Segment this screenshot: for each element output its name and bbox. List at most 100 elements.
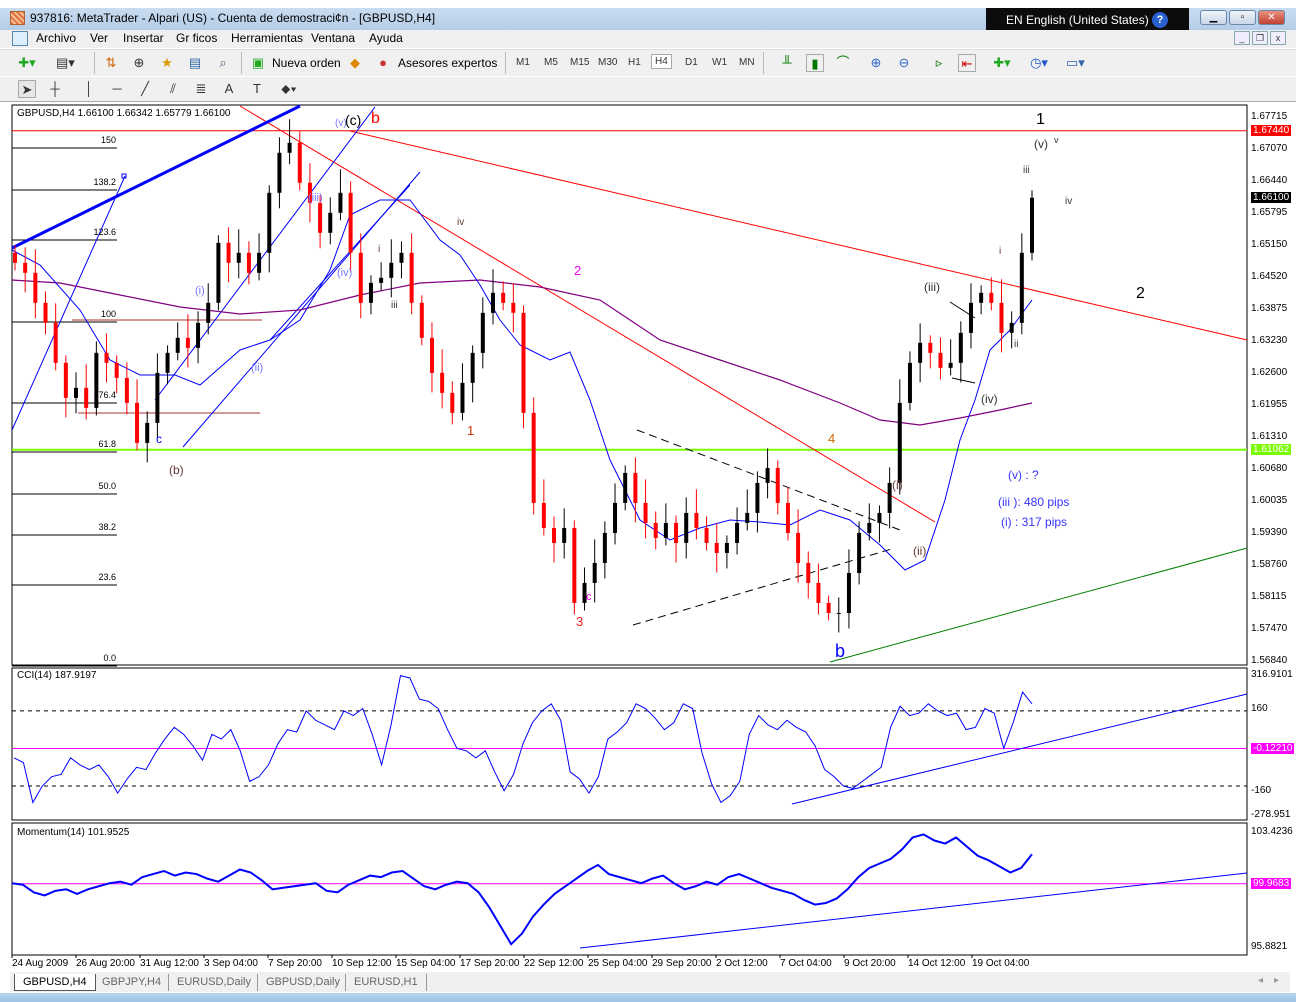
expert-advisors-button[interactable]: Asesores expertos <box>398 56 497 70</box>
tab-gbpusd-daily[interactable]: GBPUSD,Daily <box>257 974 348 991</box>
price-tick: 1.59390 <box>1251 527 1288 539</box>
text-icon[interactable]: A <box>220 80 238 98</box>
mdi-close-button[interactable]: x <box>1270 31 1286 45</box>
timeframe-w1[interactable]: W1 <box>712 57 727 68</box>
indicators-icon[interactable]: ✚▾ <box>993 54 1011 72</box>
favorites-folder-icon[interactable]: ★ <box>158 54 176 72</box>
line-chart-icon[interactable]: ⌒ <box>834 54 852 72</box>
wave-label: (iv) <box>337 267 353 279</box>
metatrader-app-icon <box>10 11 25 25</box>
momentum-trendline <box>579 872 1248 949</box>
chart-canvas[interactable] <box>10 103 1290 973</box>
cursor-arrow-icon[interactable]: ➤ <box>18 80 36 98</box>
candle-body <box>755 482 760 513</box>
periods-clock-icon[interactable]: ◷▾ <box>1030 54 1048 72</box>
menu-insertar[interactable]: Insertar <box>123 31 164 45</box>
timeframe-m1[interactable]: M1 <box>516 57 530 68</box>
alert-icon[interactable]: ◆ <box>346 54 364 72</box>
momentum-current-tick: 99.9683 <box>1251 878 1292 889</box>
equidistant-channel-icon[interactable]: ⫽ <box>164 80 182 98</box>
wave-label: b <box>835 641 846 661</box>
candle-body <box>775 467 780 503</box>
help-icon[interactable]: ? <box>1152 12 1168 28</box>
timeframe-m5[interactable]: M5 <box>544 57 558 68</box>
expert-advisors-icon[interactable]: ● <box>374 54 392 72</box>
market-watch-icon[interactable]: ⇅ <box>102 54 120 72</box>
vertical-line-icon[interactable]: │ <box>80 80 98 98</box>
zoom-in-icon[interactable]: ⊕ <box>867 54 885 72</box>
wave-label: i <box>999 246 1002 257</box>
timeframe-mn[interactable]: MN <box>739 57 755 68</box>
fib-level-label: 138.2 <box>93 177 116 187</box>
wedge-line <box>951 377 976 384</box>
momentum-min-tick: 95.8821 <box>1251 941 1288 952</box>
trendline-icon[interactable]: ╱ <box>136 80 154 98</box>
chart-window-icon <box>12 31 28 46</box>
menu-ventana[interactable]: Ventana <box>311 31 355 45</box>
wave-label: (c) <box>345 112 362 128</box>
crosshair-icon[interactable]: ┼ <box>46 80 64 98</box>
price-tick: 1.67070 <box>1251 143 1288 155</box>
price-tick: 1.64520 <box>1251 270 1288 282</box>
tab-gbpusd-h4[interactable]: GBPUSD,H4 <box>14 974 96 991</box>
tab-gbpjpy-h4[interactable]: GBPJPY,H4 <box>94 974 169 991</box>
tab-eurusd-h1[interactable]: EURUSD,H1 <box>345 974 427 991</box>
menu-herramientas[interactable]: Herramientas <box>231 31 303 45</box>
cci-current-tick: -0.12210 <box>1251 743 1295 754</box>
time-tick: 25 Sep 04:00 <box>588 958 648 969</box>
tabs-scroll-left-icon[interactable]: ◂ <box>1258 975 1263 986</box>
maximize-window-button[interactable]: ▫ <box>1229 10 1256 25</box>
zoom-out-icon[interactable]: ⊖ <box>895 54 913 72</box>
price-tick: 1.61955 <box>1251 399 1288 411</box>
timeframe-d1[interactable]: D1 <box>685 57 698 68</box>
menu-ayuda[interactable]: Ayuda <box>369 31 403 45</box>
autoscroll-icon[interactable]: ▹ <box>930 54 948 72</box>
text-label-icon[interactable]: T <box>248 80 266 98</box>
candle-body <box>633 472 638 503</box>
strategy-tester-icon[interactable]: ⌕ <box>214 54 232 72</box>
menu-archivo[interactable]: Archivo <box>36 31 76 45</box>
crosshair-navigator-icon[interactable]: ⊕ <box>130 54 148 72</box>
terminal-icon[interactable]: ▤ <box>186 54 204 72</box>
minimize-window-button[interactable]: ▁ <box>1200 10 1227 25</box>
timeframe-h1[interactable]: H1 <box>628 57 641 68</box>
wave-label: (ii) <box>913 544 927 558</box>
candle-body <box>785 502 790 533</box>
cci-line <box>13 675 1033 804</box>
candle-body <box>623 472 628 503</box>
price-tick: 1.66440 <box>1251 174 1288 186</box>
wave-label: c <box>156 432 162 446</box>
tab-eurusd-daily[interactable]: EURUSD,Daily <box>168 974 259 991</box>
candle-body <box>226 242 231 263</box>
tabs-scroll-right-icon[interactable]: ▸ <box>1274 975 1279 986</box>
mdi-minimize-button[interactable]: _ <box>1234 31 1250 45</box>
arrows-dropdown-icon[interactable]: ⬥▾ <box>280 80 298 98</box>
candle-body <box>368 282 373 303</box>
menu-ver[interactable]: Ver <box>90 31 108 45</box>
horizontal-line-icon[interactable]: ─ <box>108 80 126 98</box>
profiles-icon[interactable]: ▤▾ <box>56 54 75 72</box>
close-window-button[interactable]: ✕ <box>1258 10 1285 25</box>
new-chart-icon[interactable]: ✚▾ <box>18 54 36 72</box>
candle-body <box>358 252 363 303</box>
mdi-restore-button[interactable]: ❐ <box>1252 31 1268 45</box>
candle-body <box>287 142 292 153</box>
price-tick: 1.61310 <box>1251 431 1288 443</box>
new-order-button[interactable]: Nueva orden <box>272 56 341 70</box>
fibonacci-retracement-icon[interactable]: ≣ <box>192 80 210 98</box>
candle-body <box>63 362 68 398</box>
cci-pane-border <box>11 667 1248 821</box>
new-order-icon[interactable]: ▣ <box>249 54 267 72</box>
templates-icon[interactable]: ▭▾ <box>1066 54 1085 72</box>
menu-graficos[interactable]: Gr ficos <box>176 31 217 45</box>
timeframe-m15[interactable]: M15 <box>570 57 589 68</box>
main-pane-border <box>11 104 1248 666</box>
bar-chart-icon[interactable]: ╨ <box>778 54 796 72</box>
candle-body <box>714 542 719 553</box>
candlestick-chart-icon[interactable]: ▮ <box>806 54 824 72</box>
timeframe-m30[interactable]: M30 <box>598 57 617 68</box>
time-tick: 7 Oct 04:00 <box>780 958 832 969</box>
chart-shift-icon[interactable]: ⇤ <box>958 54 976 72</box>
time-tick: 10 Sep 12:00 <box>332 958 392 969</box>
timeframe-h4[interactable]: H4 <box>651 54 672 69</box>
